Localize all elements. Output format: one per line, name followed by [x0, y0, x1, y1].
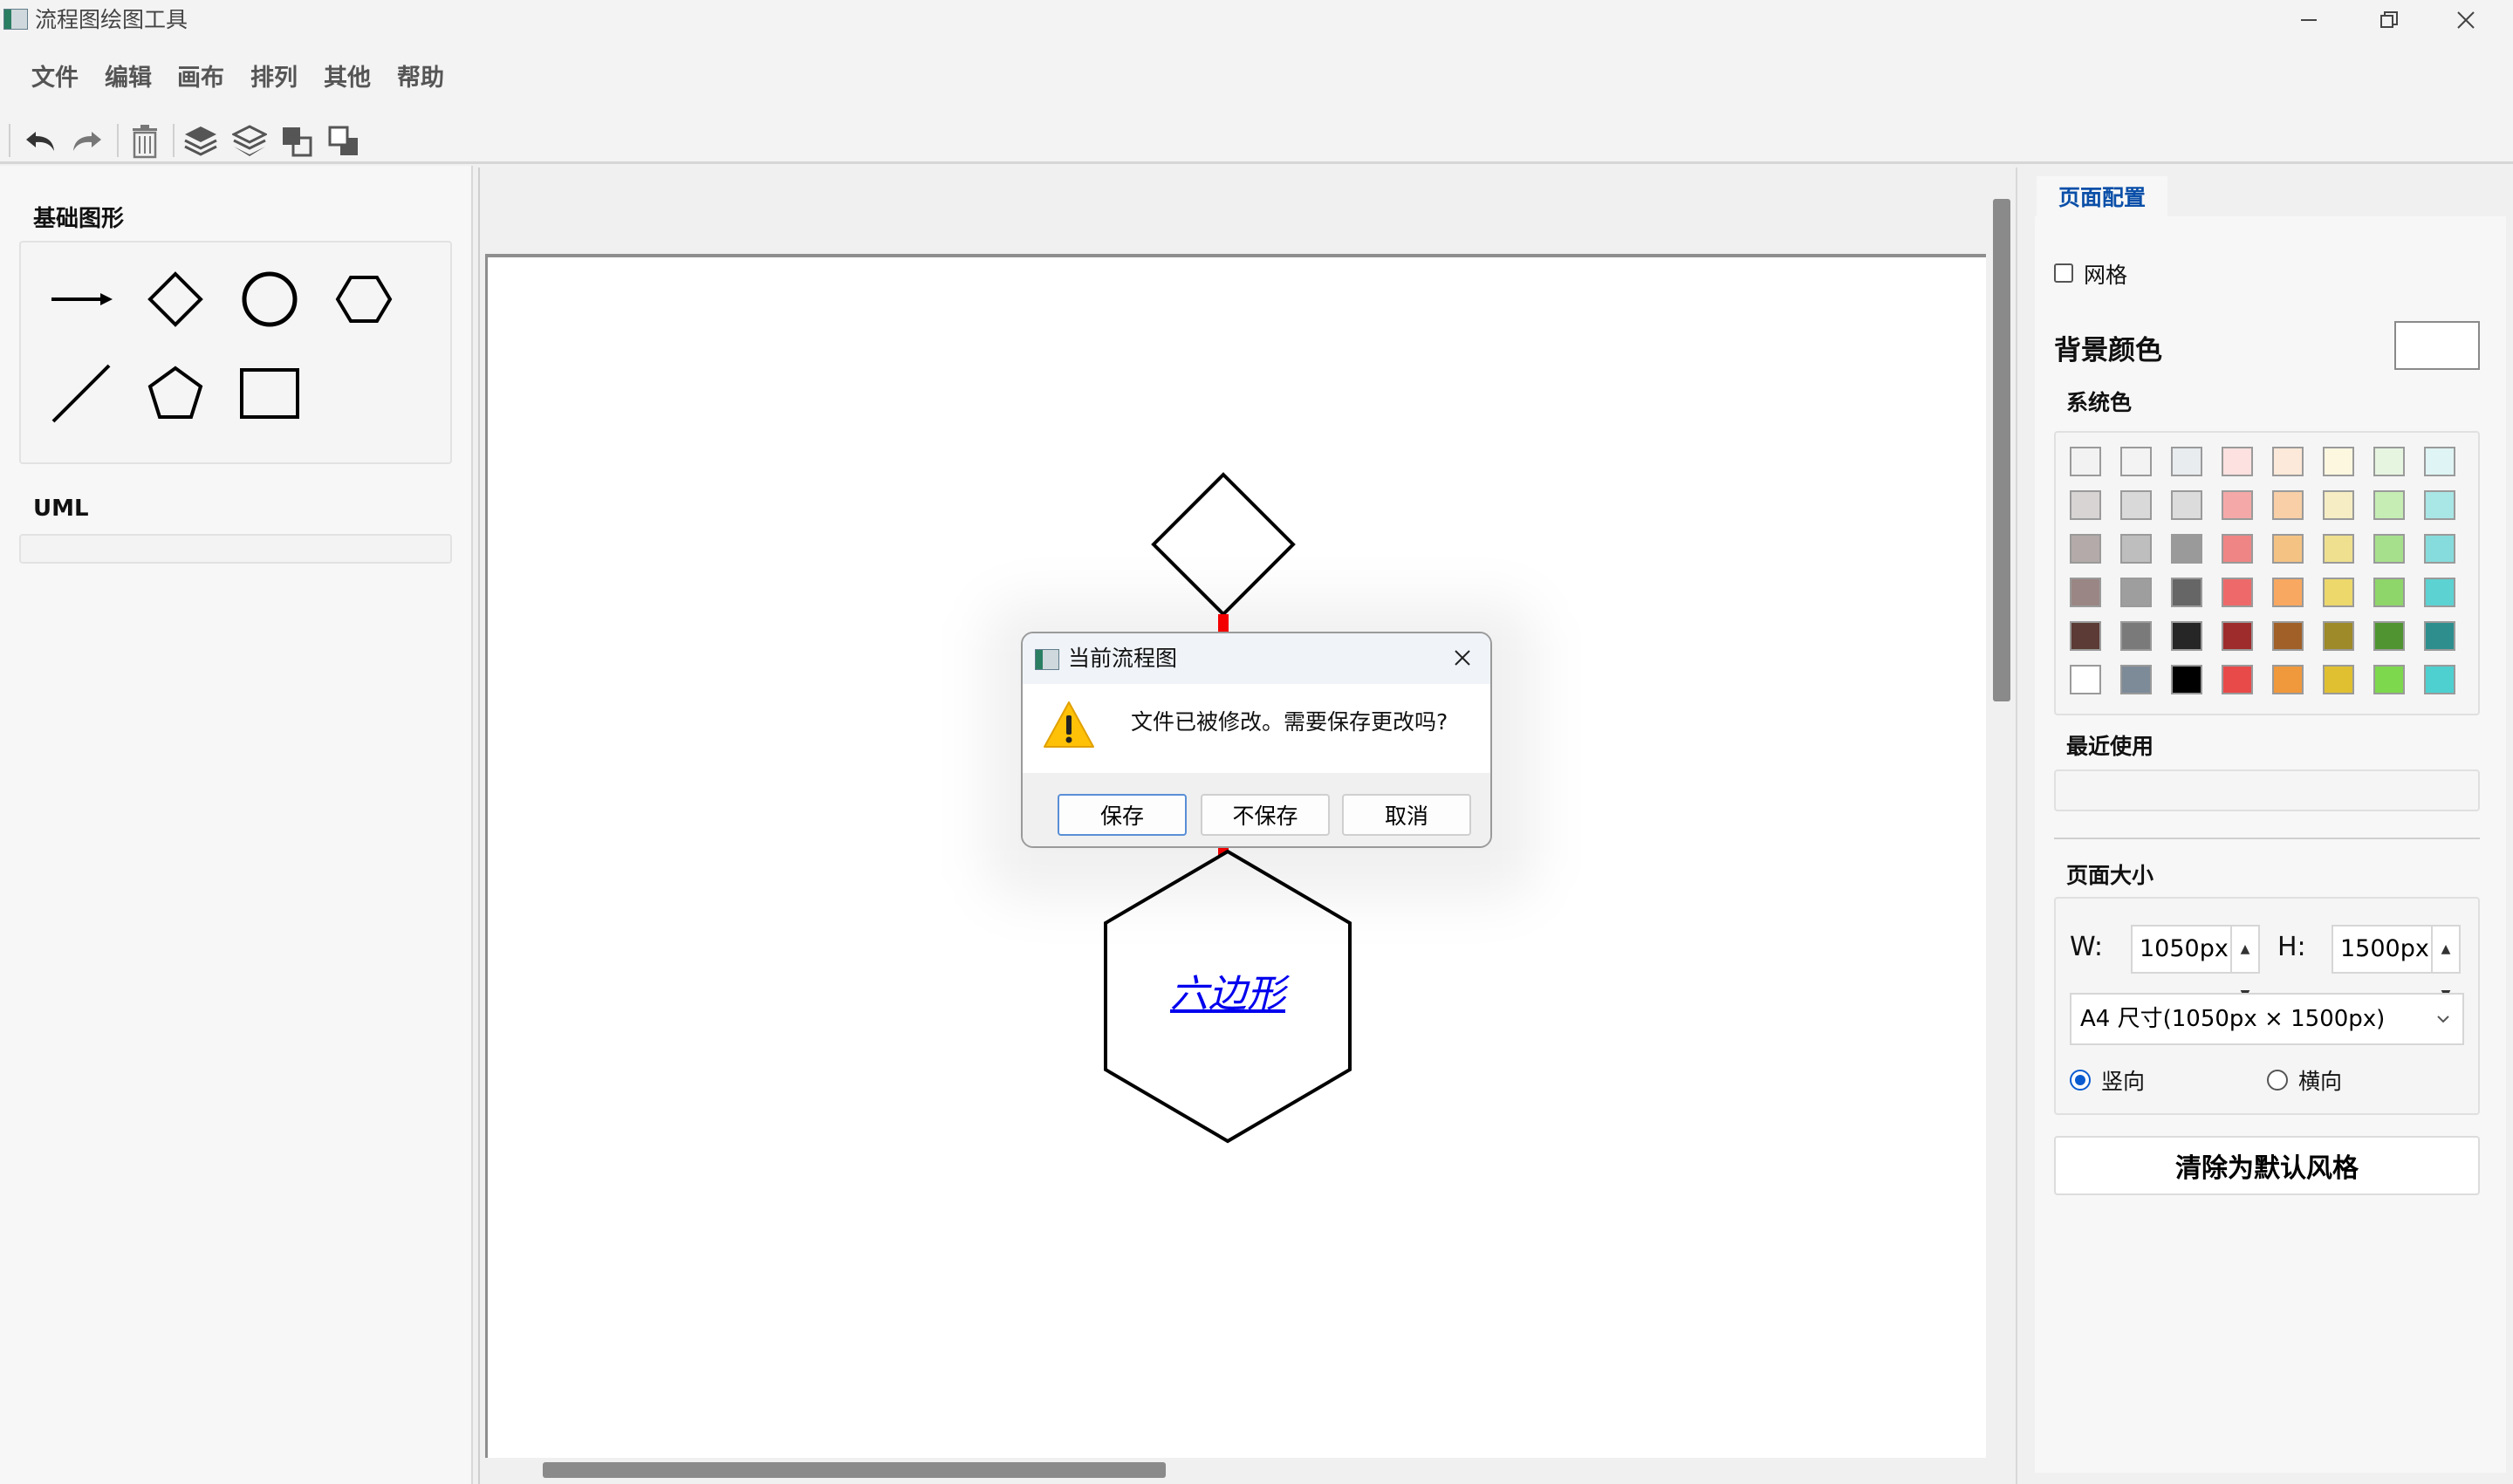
color-swatch[interactable]: [2424, 534, 2455, 564]
color-swatch[interactable]: [2373, 534, 2405, 564]
color-swatch[interactable]: [2070, 490, 2101, 520]
recent-colors-box: [2054, 769, 2480, 811]
width-label: W:: [2070, 932, 2104, 962]
color-swatch[interactable]: [2323, 621, 2354, 651]
chevron-down-icon: [2437, 1016, 2449, 1023]
color-swatch[interactable]: [2222, 621, 2253, 651]
dialog-close-button[interactable]: [1447, 642, 1478, 674]
height-stepper[interactable]: ▲▼: [2431, 927, 2459, 1002]
color-swatch[interactable]: [2070, 665, 2101, 694]
dialog-message: 文件已被修改。需要保存更改吗?: [1131, 709, 1448, 735]
color-swatch[interactable]: [2323, 447, 2354, 476]
close-icon: [1455, 650, 1470, 666]
dialog-footer: 保存 不保存 取消: [1023, 773, 1490, 846]
color-swatch[interactable]: [2070, 447, 2101, 476]
dont-save-button[interactable]: 不保存: [1201, 794, 1330, 836]
color-palette: [2054, 431, 2480, 715]
horizontal-scrollbar[interactable]: [543, 1462, 1166, 1478]
vertical-scrollbar[interactable]: [1993, 199, 2010, 701]
color-swatch[interactable]: [2120, 447, 2152, 476]
app-icon: [1035, 649, 1059, 670]
height-value: 1500px: [2340, 935, 2429, 962]
warning-icon: [1044, 701, 1094, 748]
system-colors-label: 系统色: [2066, 390, 2133, 415]
color-swatch[interactable]: [2171, 490, 2202, 520]
color-swatch[interactable]: [2272, 665, 2304, 694]
color-swatch[interactable]: [2070, 621, 2101, 651]
portrait-label: 竖向: [2101, 1069, 2146, 1094]
color-swatch[interactable]: [2171, 621, 2202, 651]
color-swatch[interactable]: [2424, 665, 2455, 694]
dialog-title-bar: 当前流程图: [1023, 633, 1490, 684]
color-swatch[interactable]: [2171, 578, 2202, 607]
color-swatch[interactable]: [2373, 490, 2405, 520]
color-swatch[interactable]: [2373, 447, 2405, 476]
color-swatch[interactable]: [2272, 621, 2304, 651]
color-swatch[interactable]: [2424, 621, 2455, 651]
color-swatch[interactable]: [2222, 447, 2253, 476]
color-swatch[interactable]: [2323, 665, 2354, 694]
page-size-label: 页面大小: [2066, 863, 2154, 888]
landscape-label: 横向: [2298, 1069, 2343, 1094]
width-spinbox[interactable]: 1050px ▲▼: [2131, 925, 2260, 1002]
color-swatch[interactable]: [2323, 490, 2354, 520]
color-swatch[interactable]: [2272, 490, 2304, 520]
color-swatch[interactable]: [2424, 490, 2455, 520]
portrait-radio[interactable]: [2070, 1070, 2091, 1091]
height-spinbox[interactable]: 1500px ▲▼: [2332, 925, 2461, 1002]
color-swatch[interactable]: [2120, 490, 2152, 520]
bg-color-picker[interactable]: [2394, 321, 2480, 370]
color-swatch[interactable]: [2171, 665, 2202, 694]
hexagon-label[interactable]: 六边形: [1140, 965, 1315, 1024]
tab-page-config[interactable]: 页面配置: [2037, 176, 2167, 216]
reset-style-button[interactable]: 清除为默认风格: [2054, 1136, 2480, 1195]
landscape-radio[interactable]: [2267, 1070, 2288, 1091]
page-preset-select[interactable]: A4 尺寸(1050px × 1500px): [2070, 993, 2464, 1045]
color-swatch[interactable]: [2424, 447, 2455, 476]
color-swatch[interactable]: [2222, 665, 2253, 694]
color-swatch[interactable]: [2424, 578, 2455, 607]
color-swatch[interactable]: [2120, 665, 2152, 694]
spin-up-icon[interactable]: ▲: [2441, 927, 2451, 972]
color-swatch[interactable]: [2171, 447, 2202, 476]
color-swatch[interactable]: [2272, 534, 2304, 564]
color-swatch[interactable]: [2272, 578, 2304, 607]
color-swatch[interactable]: [2373, 578, 2405, 607]
width-value: 1050px: [2140, 935, 2229, 962]
color-swatch[interactable]: [2222, 490, 2253, 520]
recent-colors-label: 最近使用: [2066, 734, 2154, 759]
color-swatch[interactable]: [2373, 665, 2405, 694]
color-swatch[interactable]: [2120, 578, 2152, 607]
grid-checkbox[interactable]: [2054, 263, 2073, 283]
save-button[interactable]: 保存: [1058, 794, 1187, 836]
bg-color-label: 背景颜色: [2054, 335, 2162, 366]
color-swatch[interactable]: [2323, 534, 2354, 564]
spin-up-icon[interactable]: ▲: [2241, 927, 2250, 972]
height-label: H:: [2277, 932, 2306, 962]
color-swatch[interactable]: [2171, 534, 2202, 564]
cancel-button[interactable]: 取消: [1342, 794, 1471, 836]
color-swatch[interactable]: [2323, 578, 2354, 607]
color-swatch[interactable]: [2222, 578, 2253, 607]
dialog-body: 文件已被修改。需要保存更改吗?: [1023, 684, 1490, 773]
page-preset-value: A4 尺寸(1050px × 1500px): [2080, 1006, 2386, 1032]
color-swatch[interactable]: [2070, 578, 2101, 607]
divider: [2054, 838, 2480, 839]
color-swatch[interactable]: [2272, 447, 2304, 476]
diamond-node: [1151, 472, 1296, 617]
grid-label: 网格: [2084, 263, 2128, 288]
color-swatch[interactable]: [2070, 534, 2101, 564]
width-stepper[interactable]: ▲▼: [2230, 927, 2258, 1002]
color-swatch[interactable]: [2120, 534, 2152, 564]
color-swatch[interactable]: [2222, 534, 2253, 564]
color-swatch[interactable]: [2120, 621, 2152, 651]
save-changes-dialog: 当前流程图 文件已被修改。需要保存更改吗? 保存 不保存 取消: [1021, 632, 1492, 848]
color-swatch[interactable]: [2373, 621, 2405, 651]
dialog-title: 当前流程图: [1068, 646, 1178, 671]
